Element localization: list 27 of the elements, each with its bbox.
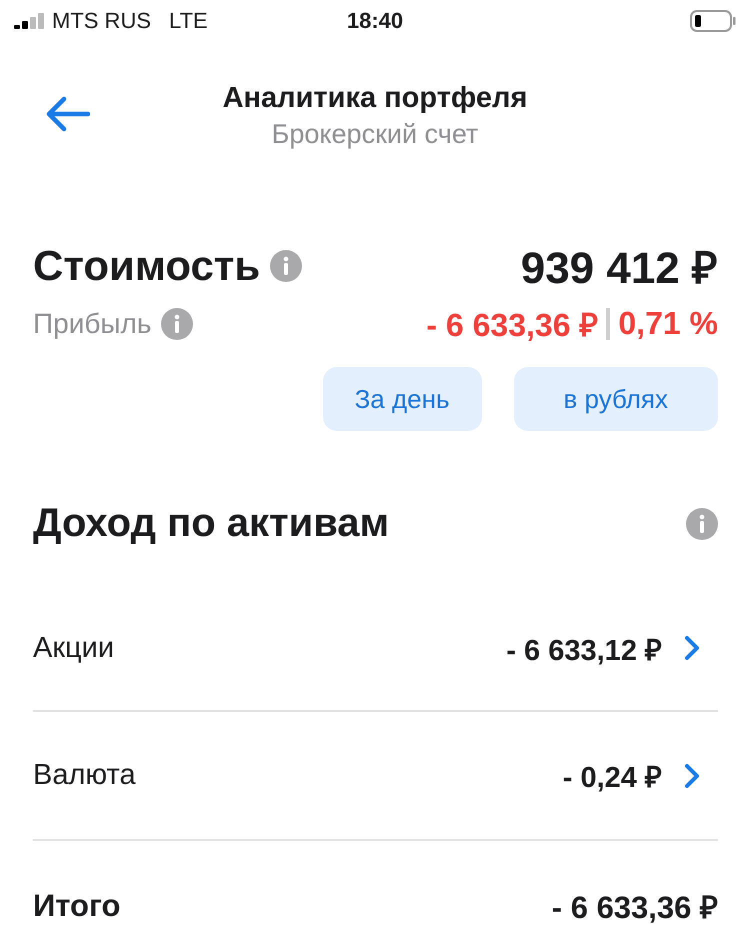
- back-arrow-icon[interactable]: [46, 96, 90, 132]
- asset-income: - 6 633,12 ₽: [506, 634, 662, 668]
- screen-title: Аналитика портфеля: [222, 82, 528, 115]
- info-icon[interactable]: [161, 308, 194, 340]
- value-label: Стоимость: [33, 242, 260, 290]
- asset-income: - 0,24 ₽: [562, 761, 662, 795]
- profit-label: Прибыль: [33, 308, 152, 340]
- asset-label[interactable]: Акции: [33, 632, 506, 664]
- total-income: - 6 633,36 ₽: [552, 888, 718, 926]
- network-type: LTE: [169, 8, 208, 34]
- carrier-name: MTS RUS: [52, 8, 151, 34]
- section-title: Доход по активам: [33, 501, 390, 546]
- screen-subtitle: Брокерский счет: [272, 119, 478, 150]
- total-label: Итого: [33, 888, 122, 924]
- filter-button[interactable]: За день: [322, 367, 482, 431]
- chevron-icon[interactable]: [684, 762, 700, 788]
- filter-button[interactable]: в рублях: [514, 367, 718, 431]
- signal-icon: [14, 13, 44, 29]
- info-icon[interactable]: [270, 250, 302, 282]
- info-icon[interactable]: [686, 508, 718, 540]
- profit-percent: 0,71 %: [618, 305, 718, 342]
- portfolio-value: 939 412 ₽: [520, 243, 718, 295]
- asset-label[interactable]: Валюта: [33, 759, 563, 792]
- battery-icon: [690, 10, 736, 32]
- chevron-icon[interactable]: [684, 635, 700, 661]
- clock-time: 18:40: [346, 8, 404, 33]
- profit-amount: - 6 633,36 ₽: [426, 306, 598, 345]
